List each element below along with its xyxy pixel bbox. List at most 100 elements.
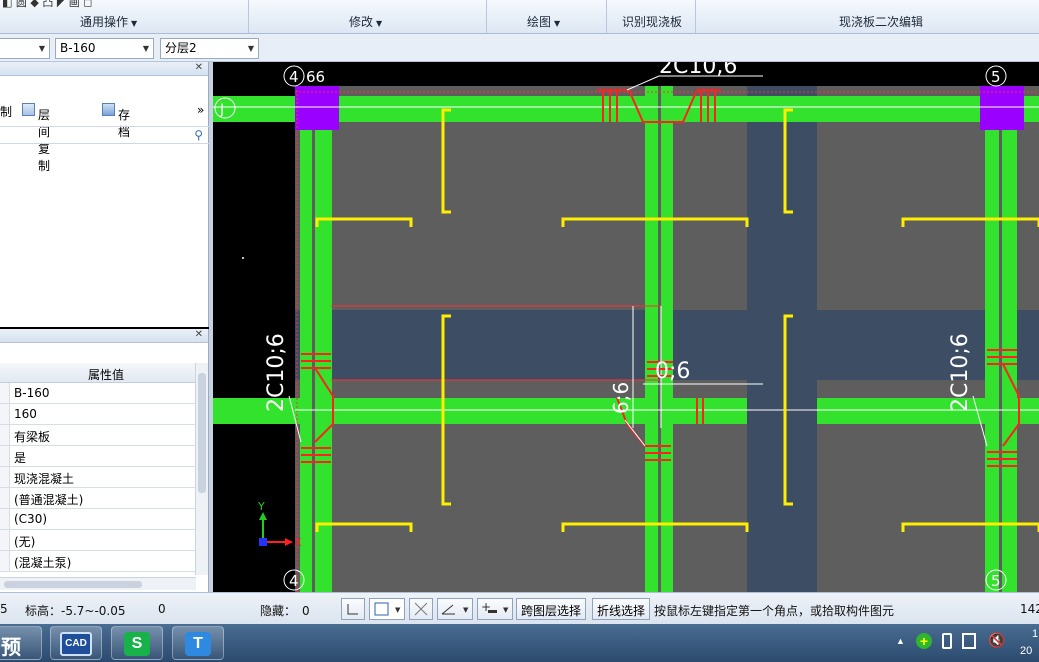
- vertical-scrollbar[interactable]: [195, 363, 208, 575]
- taskbar-app-cad[interactable]: CAD: [50, 626, 102, 660]
- status-left-num: 5: [0, 602, 8, 616]
- tray-expand-icon[interactable]: ▲: [896, 636, 905, 646]
- beam-inner-line: [999, 86, 1002, 592]
- table-row[interactable]: 是: [0, 446, 196, 467]
- status-zero: 0: [158, 602, 166, 616]
- beam-inner-line: [312, 86, 315, 592]
- search-icon[interactable]: ⚲: [194, 128, 203, 142]
- ribbon: ◧ 圆 ◆ 凸 ◤ 画 ◻ 通用操作 ▼ 修改 ▼ 绘图 ▼ 识别现浇板 现浇板二次编…: [0, 0, 1039, 34]
- axis-label-j: J: [219, 102, 224, 118]
- panel-titlebar: ✕: [0, 62, 208, 76]
- ribbon-separator: [695, 0, 696, 33]
- panel-titlebar: ✕: [0, 329, 208, 343]
- rebar-label-right[interactable]: 2C10;6: [948, 333, 973, 412]
- drawing-svg[interactable]: 4 66 J 5 4 5 2C10,6 2C10;6 2C10;6 0;6 6;…: [213, 62, 1039, 592]
- ribbon-separator: [606, 0, 607, 33]
- table-row[interactable]: (无): [0, 530, 196, 551]
- archive-button[interactable]: 存档: [102, 103, 130, 139]
- clock-time[interactable]: 1: [1032, 628, 1038, 640]
- t-app-icon: T: [185, 632, 211, 656]
- svg-text:▼: ▼: [503, 606, 509, 614]
- clock-date[interactable]: 20: [1020, 645, 1032, 657]
- more-chevron-icon[interactable]: »: [197, 103, 204, 117]
- category-select[interactable]: ▼: [0, 38, 50, 59]
- ribbon-separator: [248, 0, 249, 33]
- table-row[interactable]: 有梁板: [0, 425, 196, 446]
- elevation-text: 标高：-5.7~-0.05: [25, 604, 126, 618]
- cross-layer-select-button[interactable]: 跨图层选择: [516, 598, 587, 620]
- axis-label-66: 66: [306, 68, 325, 86]
- copy-icon: [22, 103, 35, 116]
- group-draw[interactable]: 绘图 ▼: [527, 13, 560, 30]
- taskbar-app-s[interactable]: S: [111, 626, 163, 660]
- property-table: 属性值 B-160 160 有梁板 是 现浇混凝土 (普通混凝土) (C30) …: [0, 363, 196, 572]
- axis-label-4-bottom: 4: [289, 572, 299, 590]
- taskbar-app-t[interactable]: T: [172, 626, 224, 660]
- tray-device-icon[interactable]: [942, 633, 952, 649]
- group-slab-secondary-edit[interactable]: 现浇板二次编辑: [839, 13, 923, 30]
- group-general-ops[interactable]: 通用操作 ▼: [80, 13, 137, 30]
- group-identify-slab[interactable]: 识别现浇板: [622, 13, 682, 30]
- copy-between-layers-button[interactable]: 层间复制: [22, 103, 50, 173]
- table-row[interactable]: B-160: [0, 383, 196, 404]
- close-icon[interactable]: ✕: [195, 329, 203, 340]
- property-panel: ✕ 属性值 B-160 160 有梁板 是 现浇混凝土 (普通混凝土) (C30…: [0, 329, 209, 592]
- svg-text:X: X: [294, 536, 302, 549]
- cross-icon: [414, 602, 428, 616]
- snap-options-dropdown[interactable]: + ▼: [477, 598, 513, 620]
- tray-volume-icon[interactable]: 🔇: [988, 632, 1005, 649]
- status-hint: 按鼠标左键指定第一个角点，或拾取构件图元: [654, 604, 895, 618]
- taskbar: 预 CAD S T ▲ + 🔇 1 20: [0, 624, 1039, 662]
- drawing-canvas[interactable]: 4 66 J 5 4 5 2C10,6 2C10;6 2C10;6 0;6 6;…: [213, 62, 1039, 592]
- selector-row: ▼ B-160 ▼ 分层2 ▼: [0, 34, 1039, 62]
- table-row[interactable]: 160: [0, 404, 196, 425]
- rebar-label-left[interactable]: 2C10;6: [264, 333, 289, 412]
- property-value-header: 属性值: [0, 363, 196, 383]
- status-bar: 5 标高：-5.7~-0.05 0 隐藏： 0 ▼ ▼ + ▼ 跨图层选择 折线选择…: [0, 592, 1039, 624]
- cross-select-button[interactable]: [409, 598, 433, 620]
- toolbar-partial-label[interactable]: 制: [0, 103, 12, 120]
- ortho-icon: [347, 604, 358, 615]
- table-row[interactable]: (C30): [0, 509, 196, 530]
- panel-toolbar: 制 层间复制 存档 »: [0, 100, 209, 173]
- component-list-panel: ✕ 制 层间复制 存档 » ⚲: [0, 62, 209, 327]
- svg-text:▼: ▼: [463, 606, 469, 614]
- background-area: [213, 422, 295, 592]
- beam-left-green[interactable]: [300, 86, 332, 592]
- archive-icon: [102, 103, 115, 116]
- rebar-label-center[interactable]: 0;6: [655, 359, 690, 384]
- ribbon-partial-text[interactable]: ◧ 圆 ◆ 凸 ◤ 画 ◻: [2, 0, 92, 10]
- angle-snap-dropdown[interactable]: ▼: [437, 598, 473, 620]
- group-modify[interactable]: 修改 ▼: [349, 13, 382, 30]
- table-row[interactable]: (普通混凝土): [0, 488, 196, 509]
- table-row[interactable]: 现浇混凝土: [0, 467, 196, 488]
- layer-select[interactable]: 分层2 ▼: [160, 38, 259, 59]
- rebar-label-center-b[interactable]: 6;6: [609, 382, 633, 414]
- cad-icon: CAD: [60, 632, 92, 656]
- axis-label-5-bottom: 5: [991, 572, 1001, 590]
- rebar-label-top[interactable]: 2C10,6: [659, 62, 737, 79]
- tray-network-icon[interactable]: [962, 633, 976, 649]
- svg-text:Y: Y: [257, 500, 265, 513]
- table-row[interactable]: (混凝土泵): [0, 551, 196, 572]
- point-marker: [242, 257, 244, 259]
- search-input[interactable]: ⚲: [0, 126, 209, 144]
- axis-label-4-top: 4: [289, 68, 299, 86]
- status-right-num: 142: [1020, 602, 1039, 616]
- plus-snap-icon: + ▼: [481, 600, 509, 614]
- close-icon[interactable]: ✕: [195, 62, 203, 73]
- ribbon-separator: [486, 0, 487, 33]
- system-tray: ▲ + 🔇 1 20: [890, 624, 1039, 662]
- tray-plus-icon[interactable]: +: [916, 633, 932, 649]
- polyline-select-button[interactable]: 折线选择: [592, 598, 651, 620]
- select-box-icon: ▼: [374, 602, 401, 616]
- s-app-icon: S: [124, 632, 150, 656]
- column-purple[interactable]: [295, 86, 339, 130]
- ortho-mode-button[interactable]: [341, 598, 365, 620]
- component-type-select[interactable]: B-160 ▼: [55, 38, 154, 59]
- svg-text:▼: ▼: [395, 606, 401, 614]
- horizontal-scrollbar[interactable]: [0, 577, 196, 590]
- column-purple[interactable]: [980, 86, 1024, 130]
- select-mode-dropdown[interactable]: ▼: [369, 598, 405, 620]
- taskbar-app-preview[interactable]: 预: [0, 626, 42, 660]
